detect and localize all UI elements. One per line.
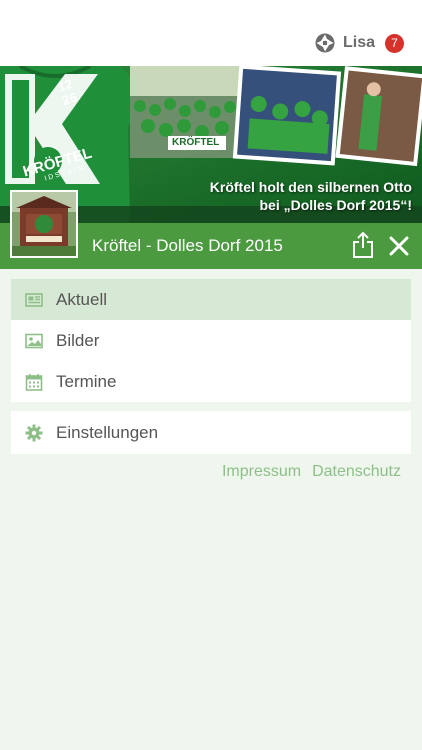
group-thumbnail[interactable] (10, 190, 78, 258)
menu-label-aktuell: Aktuell (56, 289, 108, 309)
user-menu[interactable]: Lisa 7 (315, 32, 404, 54)
menu-item-einstellungen[interactable]: Einstellungen (11, 411, 411, 454)
image-icon (25, 333, 43, 348)
newspaper-icon (25, 292, 43, 307)
datenschutz-link[interactable]: Datenschutz (312, 463, 401, 481)
menu-item-bilder[interactable]: Bilder (11, 320, 411, 361)
menu-label-einstellungen: Einstellungen (56, 422, 159, 442)
top-bar: Lisa 7 (0, 0, 422, 66)
banner-caption: Kröftel holt den silbernen Otto bei „Dol… (210, 178, 412, 214)
menu-label-termine: Termine (56, 371, 117, 391)
photo-sign-text: KRÖFTEL (172, 137, 220, 148)
camera-aperture-icon (315, 33, 335, 53)
footer-links: Impressum Datenschutz (211, 463, 401, 481)
impressum-link[interactable]: Impressum (222, 463, 301, 481)
notification-badge[interactable]: 7 (385, 33, 404, 53)
gear-icon (25, 424, 43, 441)
share-icon[interactable] (352, 231, 374, 259)
menu-label-bilder: Bilder (56, 330, 100, 350)
menu-item-aktuell[interactable]: Aktuell (11, 279, 411, 320)
banner-caption-line2: bei „Dolles Dorf 2015“! (259, 197, 413, 213)
banner-caption-line1: Kröftel holt den silbernen Otto (209, 179, 412, 195)
page-title: Kröftel - Dolles Dorf 2015 (92, 236, 283, 255)
close-icon[interactable] (388, 235, 410, 257)
menu-item-termine[interactable]: Termine (11, 361, 411, 402)
settings-menu: Einstellungen (11, 411, 411, 454)
user-name[interactable]: Lisa (343, 34, 375, 52)
main-menu: Aktuell Bilder Termine (11, 279, 411, 402)
thumbnail-image (12, 192, 76, 256)
calendar-icon (25, 373, 43, 391)
